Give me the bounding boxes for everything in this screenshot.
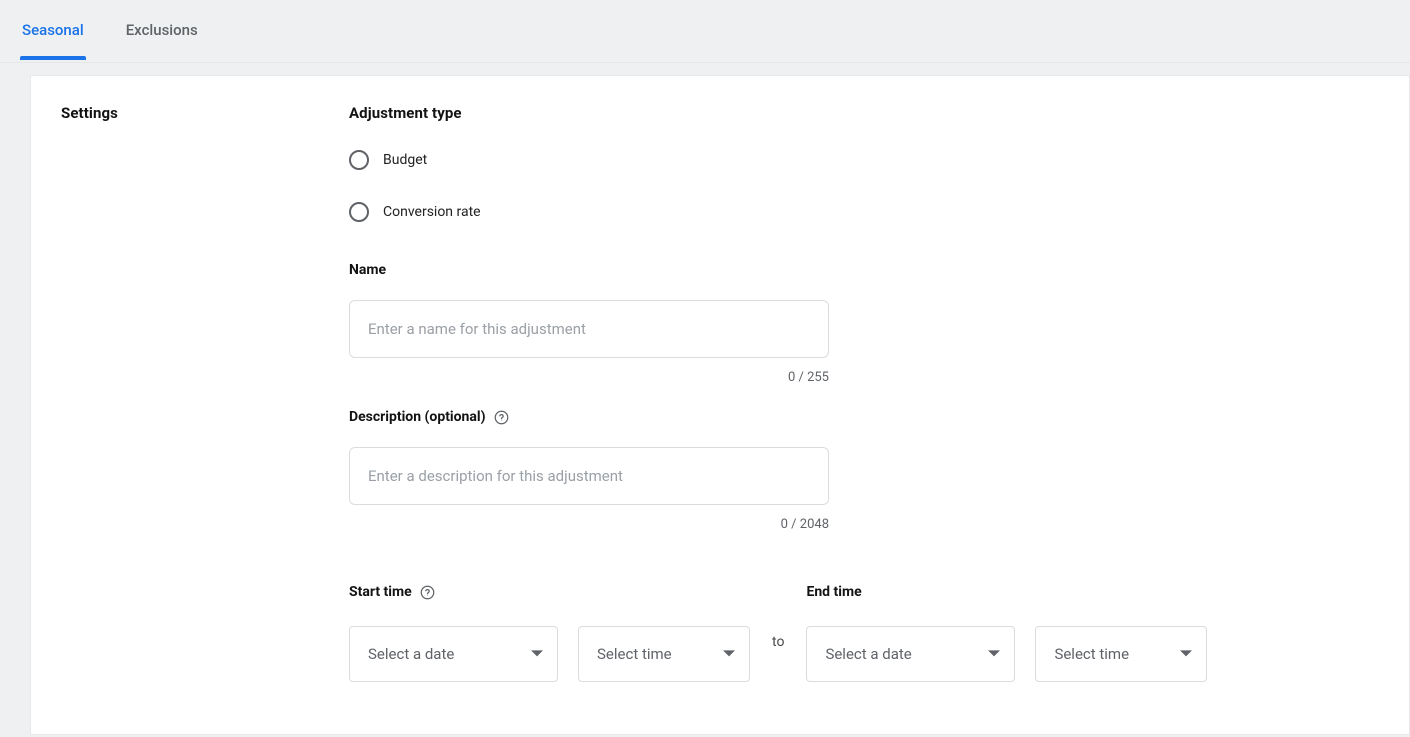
start-date-select[interactable]: Select a date (349, 626, 558, 682)
name-char-counter: 0 / 255 (349, 370, 829, 385)
description-label: Description (optional) (349, 409, 1379, 425)
tab-seasonal-label: Seasonal (22, 21, 84, 39)
radio-circle-icon (349, 202, 369, 222)
description-label-text: Description (optional) (349, 409, 486, 425)
start-time-placeholder: Select time (597, 645, 672, 663)
caret-down-icon (531, 648, 543, 660)
radio-circle-icon (349, 150, 369, 170)
to-label: to (772, 634, 784, 650)
description-char-counter: 0 / 2048 (349, 517, 829, 532)
end-date-placeholder: Select a date (825, 645, 911, 663)
name-label: Name (349, 262, 1379, 278)
radio-conversion-rate[interactable]: Conversion rate (349, 202, 1379, 222)
start-time-select[interactable]: Select time (578, 626, 750, 682)
end-time-label-text: End time (806, 584, 861, 600)
caret-down-icon (988, 648, 1000, 660)
end-time-label: End time (806, 584, 1207, 600)
description-input[interactable] (349, 447, 829, 505)
tab-exclusions[interactable]: Exclusions (124, 0, 200, 63)
adjustment-type-title: Adjustment type (349, 104, 1379, 122)
tabs-row: Seasonal Exclusions (0, 0, 1410, 63)
radio-budget[interactable]: Budget (349, 150, 1379, 170)
name-input[interactable] (349, 300, 829, 358)
start-time-label-text: Start time (349, 584, 412, 600)
end-date-select[interactable]: Select a date (806, 626, 1015, 682)
settings-heading: Settings (61, 104, 349, 122)
caret-down-icon (723, 648, 735, 660)
start-date-placeholder: Select a date (368, 645, 454, 663)
caret-down-icon (1180, 648, 1192, 660)
radio-budget-label: Budget (383, 152, 427, 168)
tab-exclusions-label: Exclusions (126, 21, 198, 39)
radio-conversion-rate-label: Conversion rate (383, 204, 481, 220)
help-icon[interactable] (420, 584, 436, 600)
tab-seasonal[interactable]: Seasonal (20, 0, 86, 63)
help-icon[interactable] (494, 409, 510, 425)
start-time-label: Start time (349, 584, 750, 600)
end-time-select[interactable]: Select time (1035, 626, 1207, 682)
end-time-placeholder: Select time (1054, 645, 1129, 663)
settings-card: Settings Adjustment type Budget Conversi… (30, 75, 1410, 735)
